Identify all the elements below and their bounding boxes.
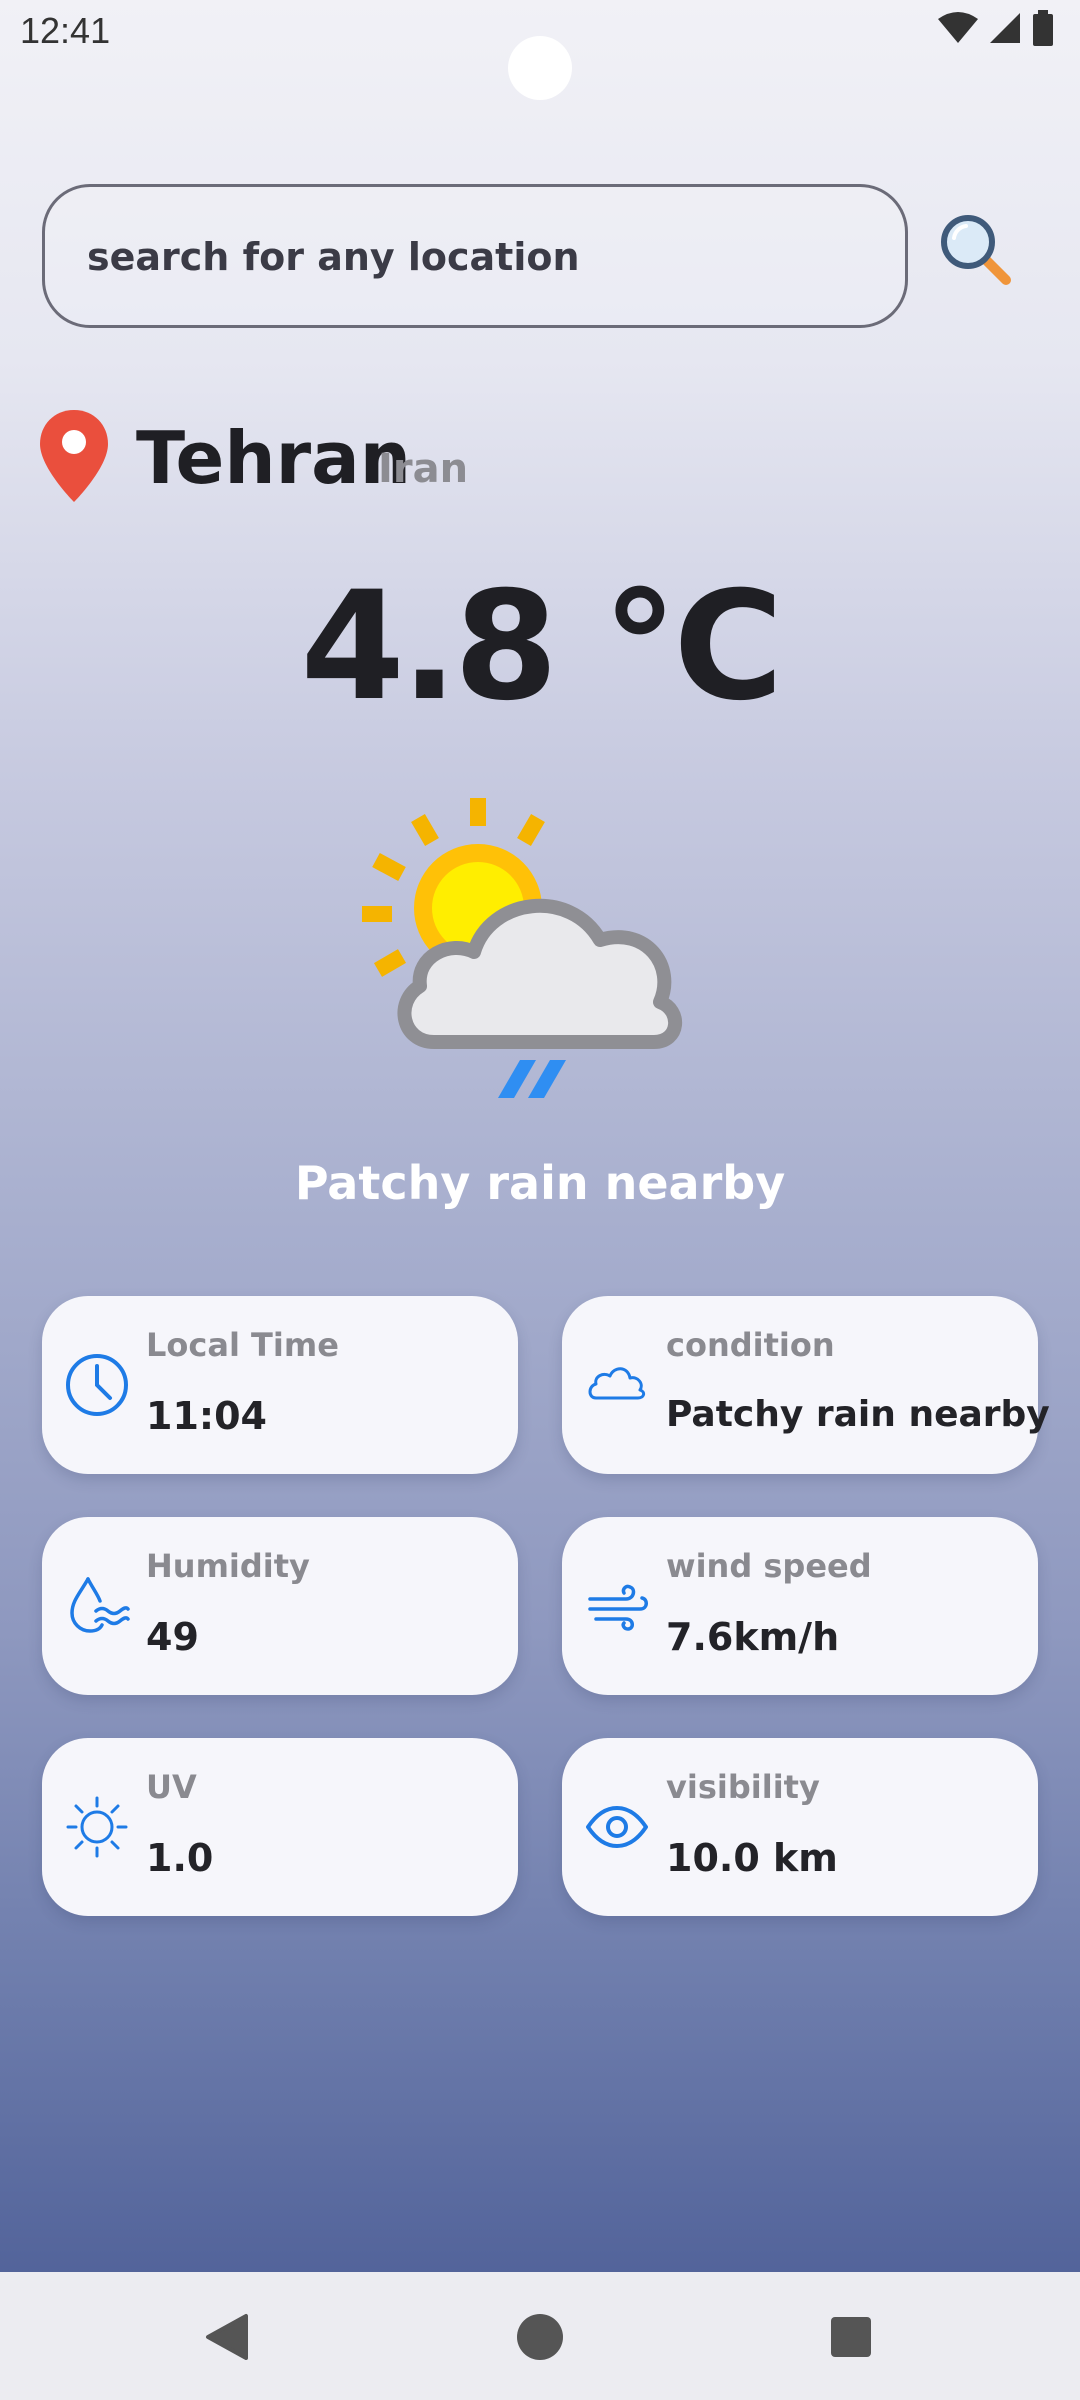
humidity-icon bbox=[70, 1577, 130, 1633]
home-icon[interactable] bbox=[505, 2302, 575, 2372]
humidity-card: Humidity 49 bbox=[42, 1517, 518, 1695]
wind-speed-value: 7.6km/h bbox=[666, 1615, 840, 1659]
condition-card: condition Patchy rain nearby bbox=[562, 1296, 1050, 1474]
camera-cutout bbox=[508, 36, 572, 100]
condition-label: condition bbox=[666, 1326, 835, 1364]
visibility-card: visibility 10.0 km bbox=[562, 1738, 1038, 1916]
condition-value: Patchy rain nearby bbox=[666, 1394, 1050, 1435]
battery-icon bbox=[1033, 10, 1053, 46]
city-name: Tehran bbox=[136, 416, 411, 500]
visibility-label: visibility bbox=[666, 1768, 820, 1806]
navigation-bar bbox=[0, 2272, 1080, 2400]
search-input[interactable] bbox=[85, 187, 869, 327]
country-name: Iran bbox=[378, 446, 469, 492]
temperature: 4.8 °C bbox=[300, 560, 783, 734]
humidity-value: 49 bbox=[146, 1615, 199, 1659]
wifi-icon bbox=[938, 12, 978, 43]
search-box[interactable] bbox=[42, 184, 908, 328]
visibility-value: 10.0 km bbox=[666, 1836, 838, 1880]
humidity-label: Humidity bbox=[146, 1547, 310, 1585]
clock-icon bbox=[66, 1354, 128, 1416]
wind-icon bbox=[588, 1584, 648, 1631]
local-time-card: Local Time 11:04 bbox=[42, 1296, 518, 1474]
uv-value: 1.0 bbox=[146, 1836, 214, 1880]
status-icons bbox=[938, 10, 1054, 46]
sun-icon bbox=[66, 1796, 128, 1858]
recents-icon[interactable] bbox=[816, 2302, 886, 2372]
sun-cloud-rain-icon bbox=[362, 798, 682, 1098]
condition-text: Patchy rain nearby bbox=[294, 1156, 786, 1210]
eye-icon bbox=[586, 1806, 648, 1848]
local-time-label: Local Time bbox=[146, 1326, 339, 1364]
uv-label: UV bbox=[146, 1768, 197, 1806]
signal-icon bbox=[990, 13, 1020, 43]
local-time-value: 11:04 bbox=[146, 1394, 267, 1438]
status-time: 12:41 bbox=[20, 10, 111, 51]
uv-card: UV 1.0 bbox=[42, 1738, 518, 1916]
magnifier-icon bbox=[941, 215, 1011, 285]
cloud-icon bbox=[588, 1367, 646, 1400]
wind-speed-card: wind speed 7.6km/h bbox=[562, 1517, 1038, 1695]
wind-speed-label: wind speed bbox=[666, 1547, 872, 1585]
back-icon[interactable] bbox=[194, 2302, 264, 2372]
search-button[interactable] bbox=[936, 210, 1016, 290]
location-pin-icon bbox=[40, 410, 108, 502]
